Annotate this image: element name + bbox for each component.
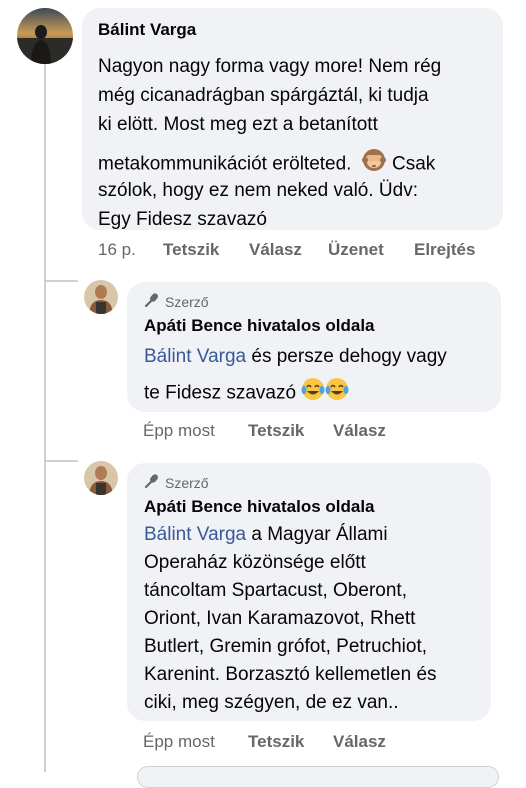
author-badge: Szerző — [144, 292, 209, 311]
comment-line: metakommunikációt erölteted. — [98, 153, 352, 175]
reply-bubble: Szerző Apáti Bence hivatalos oldala Báli… — [127, 282, 501, 412]
reply-button[interactable]: Válasz — [333, 421, 386, 441]
like-button[interactable]: Tetszik — [248, 421, 304, 441]
thread-line-branch-2 — [44, 460, 78, 462]
reply-button[interactable]: Válasz — [249, 240, 302, 260]
comment-line: Csak — [392, 153, 436, 175]
reply-input-box[interactable] — [137, 766, 499, 788]
reply-actions: Épp most Tetszik Válasz — [143, 732, 443, 754]
reply-line: Butlert, Gremin grófot, Petruchiot, — [144, 636, 428, 657]
comment-line: Nagyon nagy forma vagy more! Nem rég — [98, 56, 442, 77]
thread-line-branch-1 — [44, 280, 78, 282]
reply-line: Karenint. Borzasztó kellemetlen és — [144, 664, 437, 685]
reply-time[interactable]: Épp most — [143, 421, 215, 441]
reply-line: táncoltam Spartacust, Oberont, — [144, 580, 407, 601]
reply-line: Operaház közönsége előtt — [144, 552, 366, 573]
reply-line: a Magyar Állami — [246, 524, 388, 545]
author-badge-label: Szerző — [165, 293, 209, 310]
mention-link[interactable]: Bálint Varga — [144, 524, 246, 545]
comment-line: szólok, hogy ez nem neked való. Üdv: — [98, 180, 419, 201]
reply-time[interactable]: Épp most — [143, 732, 215, 752]
reply-line: ciki, meg szégyen, de ez van.. — [144, 692, 399, 713]
reply-line: Oriont, Ivan Karamazovot, Rhett — [144, 608, 416, 629]
avatar[interactable] — [84, 280, 118, 314]
microphone-icon — [144, 292, 160, 311]
comment-line: Egy Fidesz szavazó — [98, 209, 267, 230]
reply-actions: Épp most Tetszik Válasz — [143, 421, 443, 443]
comment-actions: 16 p. Tetszik Válasz Üzenet Elrejtés — [98, 240, 498, 262]
comment-time[interactable]: 16 p. — [98, 240, 136, 260]
reply-bubble: Szerző Apáti Bence hivatalos oldala Báli… — [127, 463, 491, 721]
author-badge-label: Szerző — [165, 474, 209, 491]
like-button[interactable]: Tetszik — [163, 240, 219, 260]
tears-of-joy-icon — [301, 377, 325, 410]
like-button[interactable]: Tetszik — [248, 732, 304, 752]
avatar[interactable] — [84, 461, 118, 495]
mention-link[interactable]: Bálint Varga — [144, 346, 246, 367]
message-button[interactable]: Üzenet — [328, 240, 384, 260]
comment-text: Nagyon nagy forma vagy more! Nem rég még… — [98, 52, 441, 234]
reply-line: és persze dehogy vagy — [246, 346, 447, 367]
reply-text: Bálint Varga és persze dehogy vagy te Fi… — [144, 342, 447, 406]
thread-line-vertical — [44, 64, 46, 772]
reply-author[interactable]: Apáti Bence hivatalos oldala — [144, 497, 375, 517]
comment-line: ki elött. Most meg ezt a betanított — [98, 114, 378, 135]
reply-line: te Fidesz szavazó — [144, 382, 302, 404]
comment-bubble: Bálint Varga Nagyon nagy forma vagy more… — [82, 8, 503, 230]
reply-text: Bálint Varga a Magyar Állami Operaház kö… — [144, 521, 437, 717]
author-badge: Szerző — [144, 473, 209, 492]
reply-author[interactable]: Apáti Bence hivatalos oldala — [144, 316, 375, 336]
comment-author[interactable]: Bálint Varga — [98, 20, 196, 40]
comment-line: még cicanadrágban spárgáztál, ki tudja — [98, 85, 429, 106]
hide-button[interactable]: Elrejtés — [414, 240, 475, 260]
avatar[interactable] — [17, 8, 73, 64]
microphone-icon — [144, 473, 160, 492]
reply-button[interactable]: Válasz — [333, 732, 386, 752]
tears-of-joy-icon — [325, 377, 349, 410]
